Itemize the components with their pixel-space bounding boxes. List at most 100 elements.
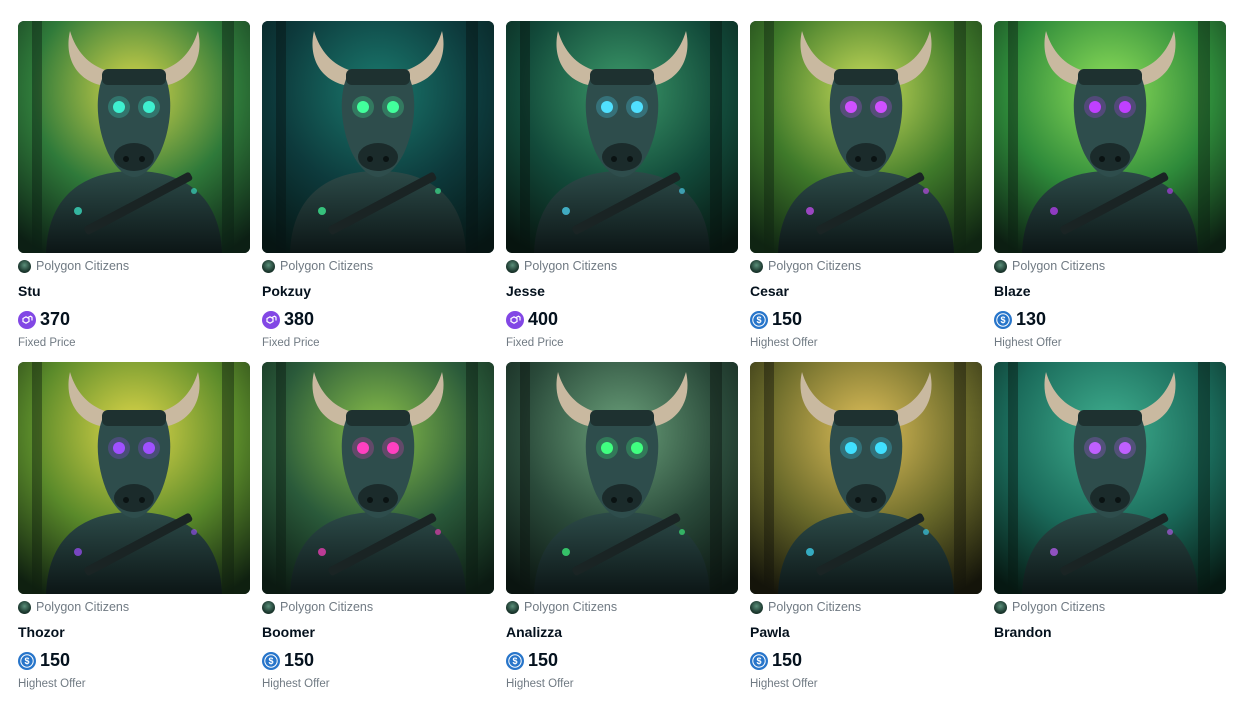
bull-artwork (262, 362, 494, 594)
price-row: $150 (18, 650, 250, 671)
collection-avatar (750, 259, 763, 273)
collection-name: Polygon Citizens (36, 259, 130, 273)
nft-card[interactable]: Polygon Citizens Pawla $150 Highest Offer (750, 362, 982, 703)
nft-card[interactable]: Polygon Citizens Brandon (994, 362, 1226, 703)
bull-artwork (994, 362, 1226, 594)
nft-card[interactable]: Polygon Citizens Stu 370 Fixed Price (18, 21, 250, 362)
bull-artwork (262, 21, 494, 253)
price-label: Highest Offer (994, 337, 1062, 349)
nft-name: Brandon (994, 624, 1052, 640)
nft-image[interactable] (750, 21, 982, 253)
nft-name: Pokzuy (262, 283, 312, 299)
collection-link[interactable]: Polygon Citizens (994, 599, 1226, 615)
nft-name: Boomer (262, 624, 315, 640)
collection-link[interactable]: Polygon Citizens (506, 599, 738, 615)
collection-name: Polygon Citizens (280, 600, 374, 614)
nft-image[interactable] (262, 362, 494, 594)
collection-name: Polygon Citizens (1012, 259, 1106, 273)
bull-artwork (506, 362, 738, 594)
usdc-icon: $ (750, 310, 768, 329)
price-row: $150 (750, 650, 982, 671)
collection-avatar (18, 259, 31, 273)
collection-link[interactable]: Polygon Citizens (506, 258, 738, 274)
collection-link[interactable]: Polygon Citizens (18, 258, 250, 274)
price-value: 370 (40, 309, 71, 329)
nft-name: Cesar (750, 283, 789, 299)
usdc-icon: $ (994, 310, 1012, 329)
svg-text:$: $ (268, 656, 273, 666)
nft-image[interactable] (18, 362, 250, 594)
collection-name: Polygon Citizens (280, 259, 374, 273)
nft-card[interactable]: Polygon Citizens Analizza $150 Highest Offe… (506, 362, 738, 703)
nft-card[interactable]: Polygon Citizens Blaze $130 Highest Offer (994, 21, 1226, 362)
collection-link[interactable]: Polygon Citizens (262, 258, 494, 274)
svg-text:$: $ (756, 656, 761, 666)
price-value: 130 (1016, 309, 1047, 329)
bull-artwork (994, 21, 1226, 253)
collection-avatar (994, 259, 1007, 273)
nft-card[interactable]: Polygon Citizens Boomer $150 Highest Offer (262, 362, 494, 703)
svg-text:$: $ (512, 656, 517, 666)
nft-image[interactable] (994, 362, 1226, 594)
svg-text:$: $ (24, 656, 29, 666)
nft-name: Thozor (18, 624, 65, 640)
price-label: Fixed Price (262, 337, 320, 349)
bull-artwork (18, 362, 250, 594)
nft-image[interactable] (506, 21, 738, 253)
price-row: $130 (994, 309, 1226, 330)
collection-name: Polygon Citizens (768, 600, 862, 614)
usdc-icon: $ (262, 651, 280, 670)
price-label: Fixed Price (506, 337, 564, 349)
collection-name: Polygon Citizens (1012, 600, 1106, 614)
bull-artwork (750, 362, 982, 594)
collection-link[interactable]: Polygon Citizens (262, 599, 494, 615)
nft-card[interactable]: Polygon Citizens Pokzuy 380 Fixed Price (262, 21, 494, 362)
collection-avatar (506, 259, 519, 273)
collection-link[interactable]: Polygon Citizens (750, 599, 982, 615)
price-label: Highest Offer (18, 678, 86, 690)
svg-text:$: $ (1000, 315, 1005, 325)
collection-avatar (262, 600, 275, 614)
nft-name: Analizza (506, 624, 563, 640)
price-label: Highest Offer (262, 678, 330, 690)
price-label: Fixed Price (18, 337, 76, 349)
nft-image[interactable] (506, 362, 738, 594)
nft-image[interactable] (262, 21, 494, 253)
collection-avatar (994, 600, 1007, 614)
collection-link[interactable]: Polygon Citizens (750, 258, 982, 274)
matic-icon (18, 310, 36, 329)
nft-card[interactable]: Polygon Citizens Jesse 400 Fixed Price (506, 21, 738, 362)
bull-artwork (750, 21, 982, 253)
price-row: $150 (750, 309, 982, 330)
bull-artwork (18, 21, 250, 253)
usdc-icon: $ (18, 651, 36, 670)
nft-image[interactable] (750, 362, 982, 594)
collection-link[interactable]: Polygon Citizens (18, 599, 250, 615)
price-value: 150 (772, 309, 803, 329)
nft-image[interactable] (18, 21, 250, 253)
collection-avatar (750, 600, 763, 614)
nft-name: Blaze (994, 283, 1031, 299)
price-row: 400 (506, 309, 738, 330)
price-row: $150 (262, 650, 494, 671)
usdc-icon: $ (506, 651, 524, 670)
price-row: 370 (18, 309, 250, 330)
collection-name: Polygon Citizens (524, 600, 618, 614)
price-label: Highest Offer (506, 678, 574, 690)
collection-link[interactable]: Polygon Citizens (994, 258, 1226, 274)
nft-name: Stu (18, 283, 41, 299)
price-value: 380 (284, 309, 315, 329)
nft-name: Pawla (750, 624, 790, 640)
matic-icon (262, 310, 280, 329)
collection-name: Polygon Citizens (768, 259, 862, 273)
collection-name: Polygon Citizens (524, 259, 618, 273)
price-label: Highest Offer (750, 337, 818, 349)
svg-text:$: $ (756, 315, 761, 325)
nft-image[interactable] (994, 21, 1226, 253)
nft-card[interactable]: Polygon Citizens Thozor $150 Highest Offer (18, 362, 250, 703)
usdc-icon: $ (750, 651, 768, 670)
nft-card[interactable]: Polygon Citizens Cesar $150 Highest Offer (750, 21, 982, 362)
price-value: 150 (528, 650, 559, 670)
price-value: 150 (40, 650, 71, 670)
collection-avatar (18, 600, 31, 614)
